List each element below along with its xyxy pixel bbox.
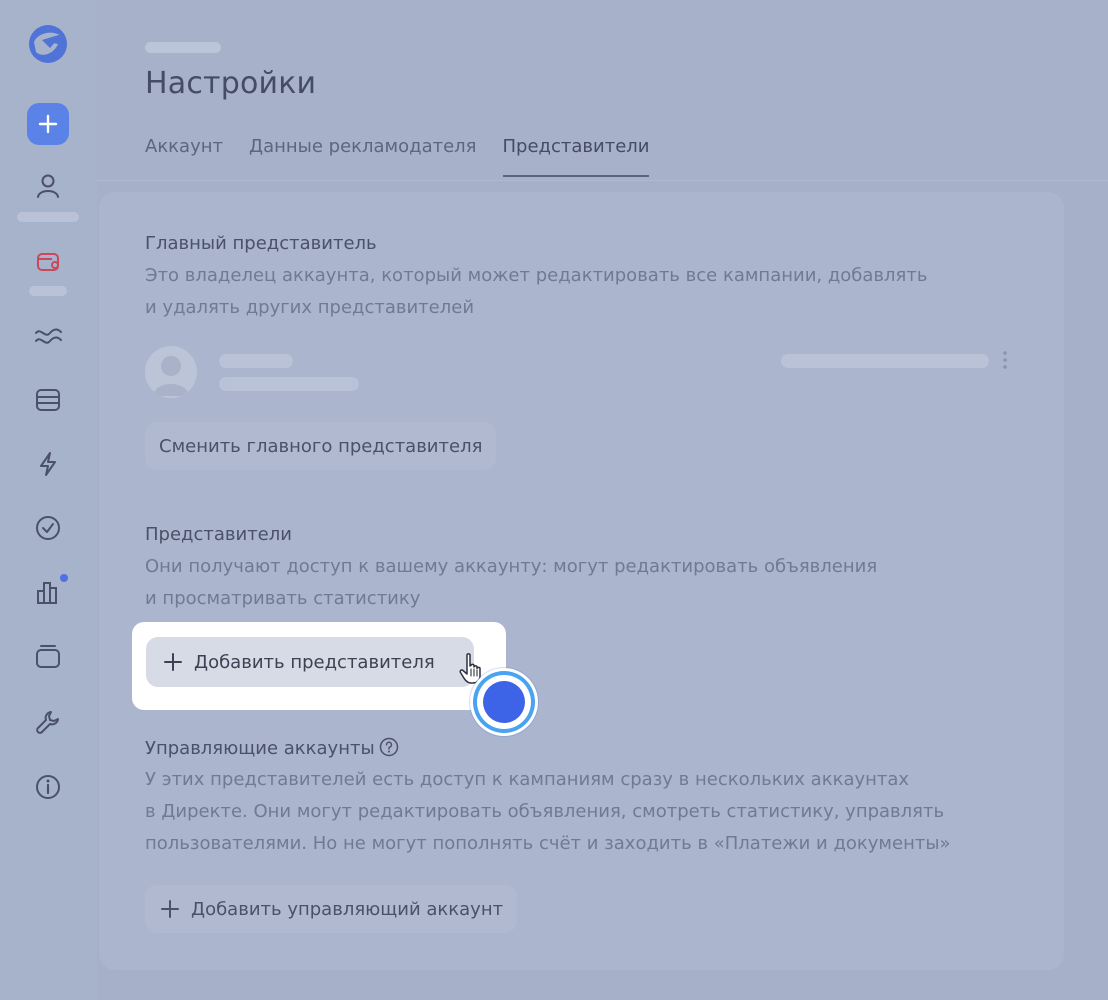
managing-desc-line: У этих представителей есть доступ к камп… (145, 769, 910, 790)
wallet-icon[interactable] (32, 246, 64, 278)
page-header: Настройки Аккаунт Данные рекламодателя П… (97, 0, 1108, 181)
managing-accounts-title: Управляющие аккаунты (145, 737, 399, 759)
reps-title: Представители (145, 524, 292, 545)
more-options-icon[interactable] (997, 348, 1013, 372)
main-rep-desc-line: Это владелец аккаунта, который может ред… (145, 265, 928, 286)
change-main-rep-button[interactable]: Сменить главного представителя (145, 422, 497, 470)
plus-icon (161, 900, 179, 918)
change-main-rep-label: Сменить главного представителя (159, 435, 483, 457)
tab-account[interactable]: Аккаунт (145, 136, 223, 177)
rep-login-placeholder (219, 377, 359, 391)
main-rep-desc-line: и удалять других представителей (145, 297, 475, 318)
rep-name-placeholder (219, 354, 293, 368)
main-rep-description: Это владелец аккаунта, который может ред… (145, 260, 927, 324)
rep-email-placeholder (781, 354, 989, 368)
wrench-icon[interactable] (32, 706, 64, 738)
tab-representatives[interactable]: Представители (502, 136, 649, 177)
sidebar-label-placeholder (17, 212, 79, 222)
avatar-placeholder-icon (153, 356, 189, 396)
add-representative-label: Добавить представителя (194, 651, 435, 673)
help-icon[interactable] (379, 737, 399, 757)
reps-desc-line: и просматривать статистику (145, 588, 421, 609)
avatar (145, 346, 197, 398)
sidebar-label-placeholder (29, 286, 67, 296)
plus-icon (164, 653, 182, 671)
representatives-card: Главный представитель Это владелец аккау… (99, 192, 1064, 970)
cards-icon[interactable] (32, 640, 64, 672)
reps-desc-line: Они получают доступ к вашему аккаунту: м… (145, 556, 878, 577)
page-title: Настройки (145, 66, 317, 101)
click-indicator-dot (483, 681, 525, 723)
add-button[interactable] (27, 103, 69, 145)
logo-icon[interactable] (28, 24, 68, 64)
reps-description: Они получают доступ к вашему аккаунту: м… (145, 551, 877, 615)
info-icon[interactable] (32, 771, 64, 803)
breadcrumb-placeholder (145, 42, 221, 53)
managing-accounts-title-text: Управляющие аккаунты (145, 738, 375, 759)
plus-icon (38, 114, 58, 134)
add-managing-account-button[interactable]: Добавить управляющий аккаунт (145, 885, 518, 933)
bar-chart-icon[interactable] (32, 576, 64, 608)
managing-desc-line: в Директе. Они могут редактировать объяв… (145, 801, 945, 822)
add-managing-account-label: Добавить управляющий аккаунт (191, 898, 504, 920)
waves-icon[interactable] (32, 320, 64, 352)
check-circle-icon[interactable] (32, 512, 64, 544)
lightning-icon[interactable] (32, 448, 64, 480)
settings-tabs: Аккаунт Данные рекламодателя Представите… (145, 136, 649, 177)
user-icon[interactable] (32, 170, 64, 202)
database-icon[interactable] (32, 384, 64, 416)
sidebar (0, 0, 97, 1000)
main-rep-title: Главный представитель (145, 233, 377, 254)
notification-dot (60, 574, 68, 582)
add-representative-button[interactable]: Добавить представителя (146, 637, 474, 687)
managing-desc-line: пользователями. Но не могут пополнять сч… (145, 833, 951, 854)
managing-accounts-description: У этих представителей есть доступ к камп… (145, 764, 951, 860)
tab-advertiser-data[interactable]: Данные рекламодателя (249, 136, 477, 177)
